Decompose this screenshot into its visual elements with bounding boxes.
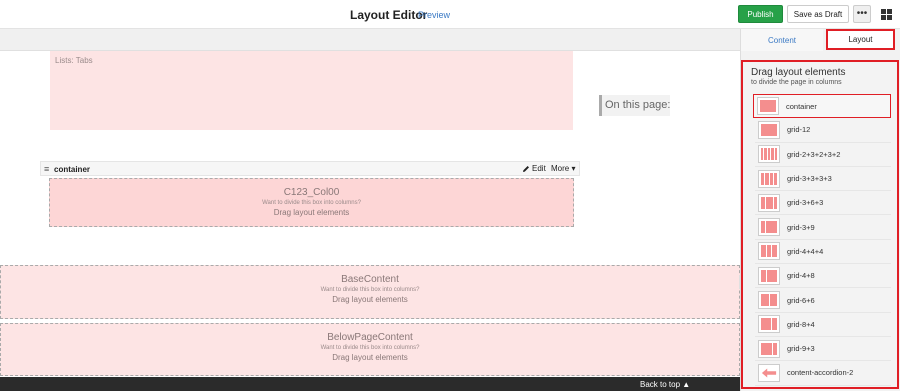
grid-4-4-4-icon [758,242,780,261]
apps-grid-icon[interactable] [877,5,895,23]
grid-3-6-3-icon [758,193,780,212]
grid-2-3-2-3-2-icon [758,145,780,164]
more-dropdown-button[interactable]: More ▾ [551,164,575,173]
editor-canvas: Lists: Tabs On this page: ≡ container Ed… [0,51,740,391]
on-this-page-block: On this page: [599,95,670,116]
layout-item[interactable]: grid-3+6+3 [755,191,891,216]
dropzone-title: BaseContent [341,274,399,285]
dropzone-cta: Drag layout elements [332,353,408,362]
panel-heading: Drag layout elements [751,67,846,78]
dropzone-c123-col00[interactable]: C123_Col00 Want to divide this box into … [49,178,574,227]
layout-item[interactable]: grid-3+9 [755,215,891,240]
layout-item[interactable]: container [753,94,891,119]
top-header-bar: Layout Editor Preview Publish Save as Dr… [0,0,900,29]
footer-bar: Back to top ▲ [0,377,740,391]
publish-button[interactable]: Publish [738,5,783,23]
page-title: Layout Editor [350,8,428,22]
dropzone-base-content[interactable]: BaseContent Want to divide this box into… [0,265,740,319]
preview-link[interactable]: Preview [418,10,450,20]
more-options-button[interactable]: ••• [853,5,871,23]
edit-label: Edit [532,164,546,173]
dropzone-hint: Want to divide this box into columns? [262,200,361,206]
grid-3-9-icon [758,218,780,237]
layout-item-label: content-accordion-2 [787,368,854,378]
lists-tabs-block[interactable]: Lists: Tabs [50,51,573,130]
dropzone-hint: Want to divide this box into columns? [320,287,420,293]
dropzone-cta: Drag layout elements [273,208,350,217]
grid-3-3-3-3-icon [758,169,780,188]
layout-item[interactable]: content-accordion-2 [755,361,891,386]
grid-6-6-icon [758,291,780,310]
layout-item-label: grid-4+8 [787,271,815,281]
grid-8-4-icon [758,315,780,334]
layout-item-label: grid-3+3+3+3 [787,174,832,184]
save-as-draft-button[interactable]: Save as Draft [787,5,849,23]
accordion-arrow-icon [758,363,780,382]
layout-item-label: grid-9+3 [787,344,815,354]
grid-9-3-icon [758,339,780,358]
layout-item-label: grid-3+9 [787,222,815,232]
grid-4-8-icon [758,266,780,285]
layout-elements-panel: Drag layout elements to divide the page … [741,60,899,389]
tab-layout[interactable]: Layout [826,29,895,50]
dropzone-cta: Drag layout elements [332,295,408,304]
grid-12-icon [758,120,780,139]
layout-item[interactable]: grid-2+3+2+3+2 [755,142,891,167]
layout-item[interactable]: grid-3+3+3+3 [755,166,891,192]
dropzone-below-page-content[interactable]: BelowPageContent Want to divide this box… [0,323,740,376]
panel-subheading: to divide the page in columns [751,79,842,86]
layout-item-label: grid-12 [787,125,811,135]
layout-item[interactable]: grid-8+4 [755,312,891,337]
layout-sidebar: Content Layout Drag layout elements to d… [740,29,900,391]
back-to-top-link[interactable]: Back to top ▲ [640,380,690,389]
container-icon [757,97,779,116]
pencil-icon [523,165,529,172]
lists-tabs-label: Lists: Tabs [55,56,93,65]
layout-item-label: grid-6+6 [787,295,815,305]
layout-element-list: container grid-12 grid-2+3+2+3+2 grid-3+3+3… [753,94,891,386]
dropzone-title: C123_Col00 [283,187,340,198]
layout-item[interactable]: grid-6+6 [755,288,891,313]
editor-toolbar [0,29,740,51]
layout-item-label: container [786,101,817,111]
layout-item-label: grid-2+3+2+3+2 [787,149,841,159]
dropzone-hint: Want to divide this box into columns? [320,345,420,351]
drag-handle-icon[interactable]: ≡ [44,165,49,174]
dropzone-title: BelowPageContent [327,332,413,343]
edit-button[interactable]: Edit [522,164,546,173]
container-label: container [54,165,91,174]
layout-item[interactable]: grid-12 [755,118,891,143]
layout-item-label: grid-3+6+3 [787,198,824,208]
layout-item[interactable]: grid-9+3 [755,336,891,362]
tab-content[interactable]: Content [741,29,823,51]
layout-item-label: grid-8+4 [787,319,815,329]
layout-item[interactable]: grid-4+8 [755,264,891,289]
container-toolbar: ≡ container Edit More ▾ [40,161,580,176]
layout-item[interactable]: grid-4+4+4 [755,239,891,265]
layout-item-label: grid-4+4+4 [787,246,824,256]
